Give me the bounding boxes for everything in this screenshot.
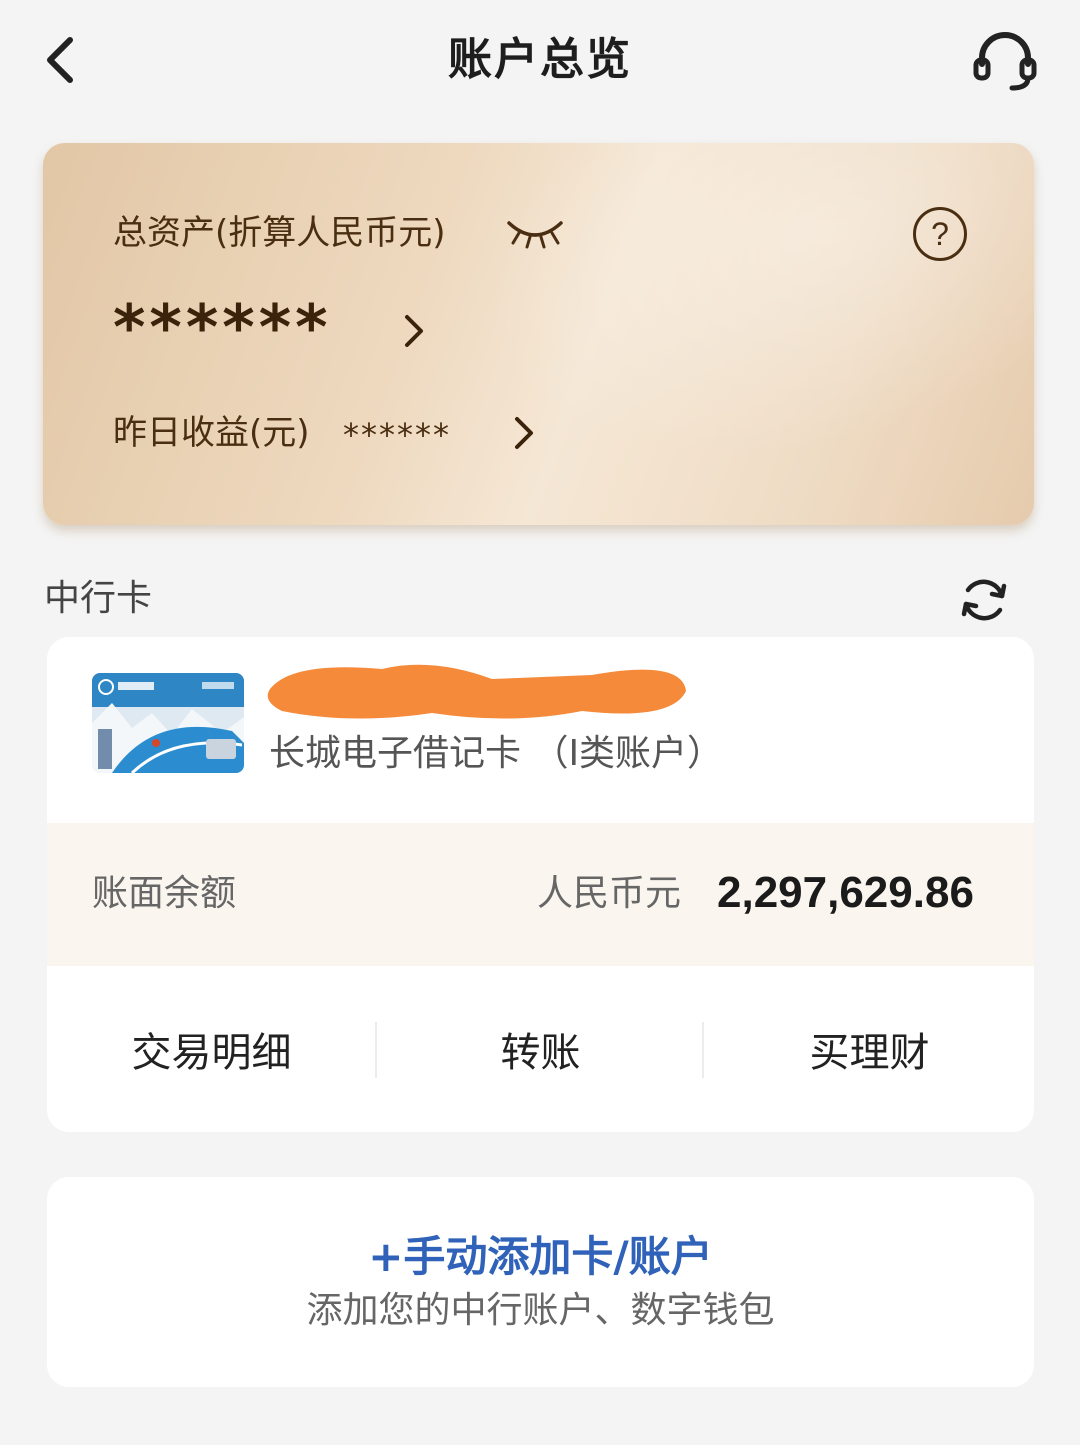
section-title-boc-cards: 中行卡 — [44, 578, 153, 619]
redaction-scribble — [267, 664, 686, 719]
eye-closed-icon — [507, 221, 563, 249]
top-bar: 账户总览 — [0, 0, 1080, 120]
bank-card-panel: 长城电子借记卡 （I类账户） 账面余额 人民币元 2,297,629.86 交易… — [47, 637, 1034, 1132]
add-card-account-link[interactable]: +手动添加卡/账户 — [47, 1227, 1034, 1287]
divider — [702, 1022, 704, 1078]
customer-service-button[interactable] — [968, 24, 1042, 98]
help-button[interactable]: ? — [913, 207, 967, 261]
refresh-button[interactable] — [958, 574, 1010, 626]
total-assets-value: ****** — [113, 291, 332, 364]
transaction-details-button[interactable]: 交易明细 — [47, 966, 376, 1132]
transfer-button[interactable]: 转账 — [376, 966, 705, 1132]
total-assets-detail-button[interactable] — [399, 311, 429, 351]
chevron-right-icon — [405, 315, 423, 347]
card-artwork-icon — [92, 673, 244, 773]
yesterday-earnings-label: 昨日收益(元) — [113, 413, 310, 453]
total-assets-label: 总资产(折算人民币元) — [113, 213, 446, 253]
balance-row: 账面余额 人民币元 2,297,629.86 — [47, 823, 1034, 966]
divider — [375, 1022, 377, 1078]
refresh-icon — [961, 579, 1007, 621]
question-circle-icon: ? — [931, 215, 949, 252]
balance-amount: 2,297,629.86 — [717, 868, 974, 917]
currency-label: 人民币元 — [537, 873, 682, 914]
chevron-right-icon — [515, 417, 533, 449]
card-actions: 交易明细 转账 买理财 — [47, 966, 1034, 1132]
account-overview-page: 账户总览 总资产(折算人民币元) ? ****** 昨日收益(元) ******… — [0, 0, 1080, 1445]
yesterday-earnings-value: ****** — [343, 416, 451, 454]
page-title: 账户总览 — [448, 34, 632, 85]
headset-icon — [973, 32, 1037, 91]
card-image[interactable] — [92, 673, 244, 773]
balance-label: 账面余额 — [92, 873, 237, 914]
add-account-panel: +手动添加卡/账户 添加您的中行账户、数字钱包 — [47, 1177, 1034, 1387]
total-assets-card: 总资产(折算人民币元) ? ****** 昨日收益(元) ****** — [43, 143, 1034, 525]
buy-wealth-product-button[interactable]: 买理财 — [705, 966, 1034, 1132]
yesterday-earnings-detail-button[interactable] — [509, 413, 539, 453]
toggle-visibility-button[interactable] — [505, 213, 565, 253]
add-account-description: 添加您的中行账户、数字钱包 — [306, 1290, 775, 1331]
card-name: 长城电子借记卡 （I类账户） — [269, 733, 724, 774]
